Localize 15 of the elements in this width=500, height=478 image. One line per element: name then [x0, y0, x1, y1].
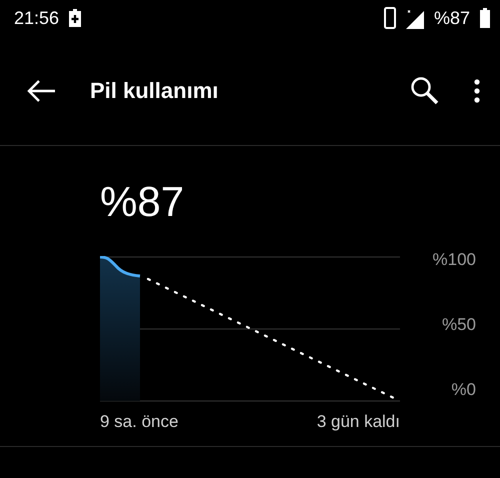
page-title: Pil kullanımı — [90, 78, 218, 104]
phone-icon — [384, 7, 396, 29]
back-button[interactable] — [26, 78, 56, 102]
battery-icon — [480, 8, 490, 28]
axis-label: %0 — [451, 380, 476, 400]
more-options-button[interactable] — [474, 78, 480, 102]
axis-label: %100 — [432, 250, 476, 270]
axis-label: %50 — [442, 315, 476, 335]
battery-percent: %87 — [434, 8, 470, 28]
clock: 21:56 — [14, 8, 60, 28]
battery-level-text: %87 — [100, 178, 186, 226]
signal-icon — [406, 7, 424, 29]
time-remaining-label: 3 gün kaldı — [316, 412, 400, 432]
start-time-label: 9 sa. önce — [100, 412, 178, 432]
search-button[interactable] — [410, 76, 440, 106]
